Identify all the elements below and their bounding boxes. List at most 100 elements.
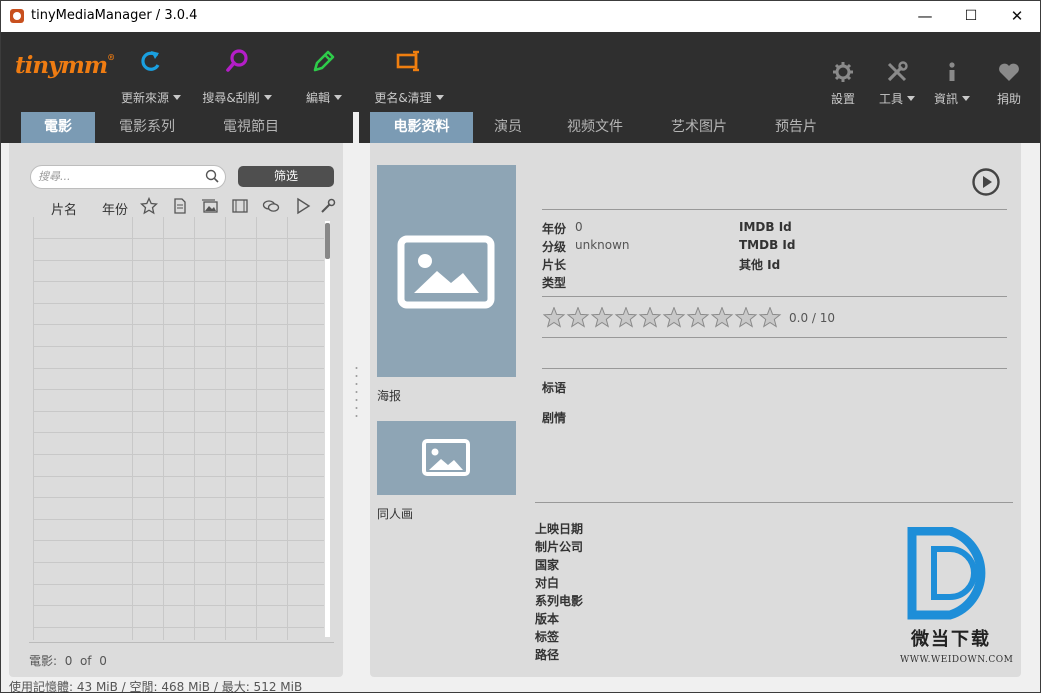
image-placeholder-icon	[422, 439, 470, 476]
edition-label: 版本	[535, 612, 560, 626]
watermark-name: 微当下载	[911, 629, 991, 650]
close-button[interactable]: ✕	[994, 1, 1040, 31]
image-placeholder-icon	[397, 235, 495, 309]
poster-image[interactable]	[377, 165, 516, 377]
table-grid	[33, 217, 324, 640]
release-date-label: 上映日期	[535, 522, 584, 536]
star-icon[interactable]	[140, 197, 158, 215]
star-icon	[686, 307, 710, 328]
scrollbar-thumb[interactable]	[325, 223, 330, 259]
media-type-tabs: 電影 電影系列 電視節目	[1, 112, 353, 152]
window-title: tinyMediaManager / 3.0.4	[31, 8, 198, 23]
watermark-logo: 微当下载 WWW.WEIDOWN.COM	[898, 526, 1016, 667]
tab-artwork[interactable]: 艺术图片	[659, 112, 739, 143]
tab-movies[interactable]: 電影	[21, 112, 95, 152]
production-label: 制片公司	[535, 540, 584, 554]
scrollbar[interactable]	[325, 221, 330, 637]
watermark-url: WWW.WEIDOWN.COM	[900, 655, 1014, 665]
spoken-language-label: 对白	[535, 576, 560, 590]
donate-button[interactable]: 捐助	[989, 32, 1029, 112]
wrench-icon[interactable]	[319, 197, 337, 215]
fanart-image[interactable]	[377, 421, 516, 495]
movie-list-panel: 搜尋... 筛选 片名 年份 電影: 0 of 0	[9, 143, 343, 677]
tab-trailers[interactable]: 预告片	[763, 112, 829, 143]
certification-label: 分级	[542, 240, 567, 254]
search-scrape-button[interactable]: 搜尋&刮削	[197, 32, 277, 112]
update-sources-button[interactable]: 更新來源	[113, 32, 189, 112]
column-header-year[interactable]: 年份	[102, 199, 128, 218]
title-bar: tinyMediaManager / 3.0.4 — ☐ ✕	[1, 1, 1040, 32]
genre-label: 类型	[542, 276, 567, 290]
poster-label: 海报	[377, 389, 402, 403]
chevron-down-icon	[435, 95, 444, 100]
imdb-id-label: IMDB Id	[739, 220, 792, 234]
divider	[542, 368, 1007, 369]
other-id-label: 其他 Id	[739, 258, 781, 272]
tmdb-id-label: TMDB Id	[739, 238, 796, 252]
tags-label: 标签	[535, 630, 560, 644]
movie-set-label: 系列电影	[535, 594, 584, 608]
maximize-button[interactable]: ☐	[948, 1, 994, 31]
tab-movie-details[interactable]: 电影资料	[370, 112, 473, 152]
filter-button[interactable]: 筛选	[238, 166, 334, 187]
certification-value: unknown	[575, 238, 630, 252]
tab-media-files[interactable]: 视频文件	[555, 112, 635, 143]
status-bar: 使用記憶體: 43 MiB / 空閒: 468 MiB / 最大: 512 Mi…	[1, 677, 1040, 693]
play-trailer-icon[interactable]	[971, 167, 1001, 197]
memory-status: 使用記憶體: 43 MiB / 空閒: 468 MiB / 最大: 512 Mi…	[9, 680, 303, 693]
year-value: 0	[575, 220, 583, 234]
rename-icon	[396, 50, 419, 72]
divider	[542, 209, 1007, 210]
app-window: tinyMediaManager / 3.0.4 — ☐ ✕ tinymm® 更…	[0, 0, 1041, 693]
film-icon[interactable]	[231, 197, 249, 215]
app-logo: tinymm®	[15, 52, 115, 79]
tab-tv-shows[interactable]: 電視節目	[209, 112, 293, 143]
star-icon	[566, 307, 590, 328]
divider	[29, 642, 334, 643]
tagline-label: 标语	[542, 381, 567, 395]
info-button[interactable]: 資訊	[929, 32, 975, 112]
divider	[542, 296, 1007, 297]
star-icon	[710, 307, 734, 328]
star-icon	[734, 307, 758, 328]
tab-movie-sets[interactable]: 電影系列	[105, 112, 189, 143]
edit-button[interactable]: 編輯	[299, 32, 349, 112]
gear-icon	[833, 62, 853, 82]
star-icon	[590, 307, 614, 328]
wrench-icon	[887, 61, 908, 82]
fanart-label: 同人画	[377, 507, 414, 521]
trailer-play-icon[interactable]	[294, 197, 312, 215]
refresh-icon	[141, 51, 160, 71]
settings-button[interactable]: 設置	[823, 32, 863, 112]
movie-count: 電影: 0 of 0	[29, 654, 107, 668]
star-icon	[543, 307, 566, 328]
star-icon	[614, 307, 638, 328]
nfo-file-icon[interactable]	[171, 197, 189, 215]
column-header-title[interactable]: 片名	[51, 199, 77, 218]
path-label: 路径	[535, 648, 560, 662]
info-icon	[949, 62, 955, 81]
detail-tabs: 电影资料 演员 视频文件 艺术图片 预告片	[359, 112, 1040, 152]
star-icon	[662, 307, 686, 328]
tools-button[interactable]: 工具	[875, 32, 919, 112]
tab-cast[interactable]: 演员	[483, 112, 533, 143]
rename-clean-button[interactable]: 更名&清理	[369, 32, 449, 112]
rating-stars	[543, 307, 782, 328]
weidown-logo-icon	[907, 526, 986, 620]
star-icon	[638, 307, 662, 328]
year-label: 年份	[542, 222, 567, 236]
main-toolbar: tinymm® 更新來源 搜尋&刮削 編輯 更名&清理 設置 工具 資訊 捐助	[1, 32, 1040, 112]
search-input[interactable]: 搜尋...	[30, 165, 226, 189]
divider	[542, 337, 1007, 338]
images-icon[interactable]	[201, 197, 219, 215]
minimize-button[interactable]: —	[902, 1, 948, 31]
search-icon	[205, 169, 219, 183]
pencil-icon	[313, 50, 335, 72]
movie-table[interactable]	[33, 217, 324, 640]
country-label: 国家	[535, 558, 560, 572]
splitter-handle[interactable]	[355, 366, 358, 422]
heart-icon	[999, 63, 1019, 81]
subtitles-icon[interactable]	[262, 197, 280, 215]
runtime-label: 片长	[542, 258, 567, 272]
app-icon	[10, 9, 24, 23]
